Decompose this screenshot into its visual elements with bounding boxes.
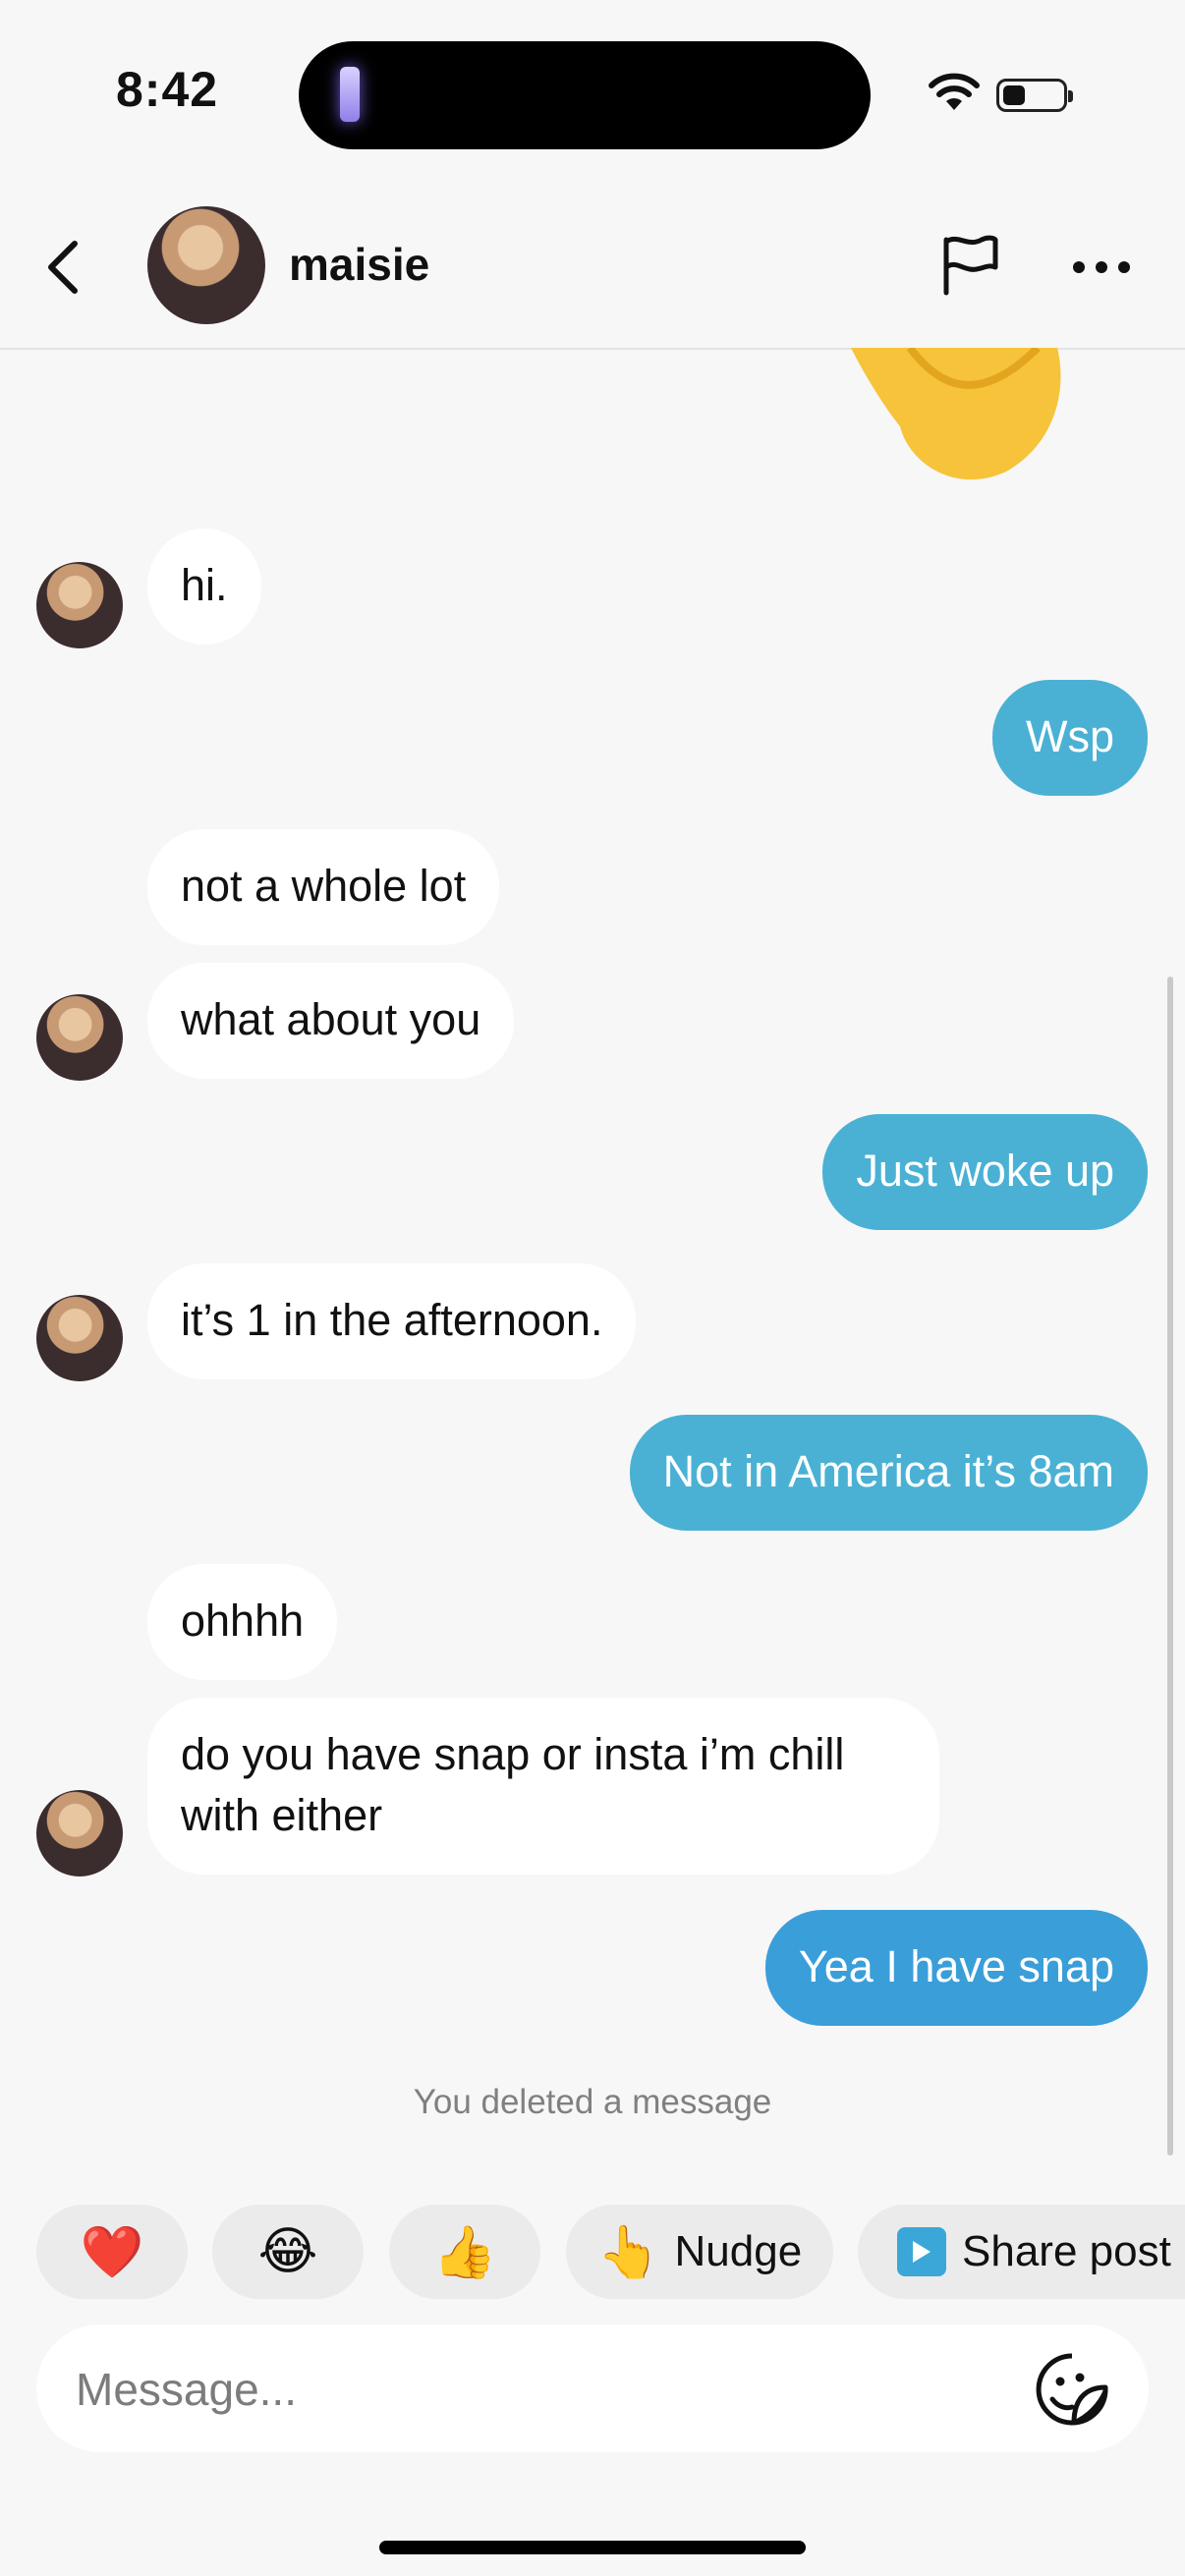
outgoing-message[interactable]: Just woke up [822, 1114, 1148, 1230]
conversation-header: maisie [0, 187, 1185, 350]
flag-icon[interactable] [938, 234, 1001, 297]
sticker-icon[interactable] [1035, 2352, 1109, 2427]
share-post-button[interactable]: Share post [858, 2205, 1185, 2299]
status-time: 8:42 [116, 62, 219, 117]
thumbs-up-reaction-button[interactable]: 👍 [389, 2205, 540, 2299]
wifi-icon [929, 73, 980, 110]
dynamic-island [299, 41, 871, 149]
play-icon [897, 2227, 946, 2276]
home-indicator[interactable] [379, 2541, 806, 2554]
nudge-button[interactable]: 👆 Nudge [566, 2205, 833, 2299]
contact-avatar[interactable] [36, 1790, 123, 1876]
waving-hand-emoji [851, 348, 1061, 480]
outgoing-message[interactable]: Not in America it’s 8am [629, 1415, 1148, 1531]
contact-name[interactable]: maisie [289, 238, 429, 291]
nudge-label: Nudge [674, 2227, 803, 2275]
contact-avatar[interactable] [36, 562, 123, 648]
pointing-hand-icon: 👆 [596, 2223, 661, 2281]
scrollbar[interactable] [1167, 977, 1173, 2156]
laugh-reaction-button[interactable]: 😂 [212, 2205, 364, 2299]
header-avatar[interactable] [147, 206, 265, 324]
incoming-message[interactable]: do you have snap or insta i’m chill with… [147, 1698, 939, 1875]
incoming-message[interactable]: ohhhh [147, 1564, 338, 1680]
more-options-icon[interactable] [1071, 259, 1132, 275]
message-input[interactable] [74, 2354, 1001, 2425]
heart-reaction-button[interactable]: ❤️ [36, 2205, 188, 2299]
deleted-message-notice: You deleted a message [413, 2083, 772, 2121]
share-post-label: Share post [962, 2227, 1171, 2275]
flashlight-icon [340, 67, 360, 122]
back-arrow-icon[interactable] [39, 238, 88, 297]
outgoing-message[interactable]: Yea I have snap [764, 1910, 1148, 2026]
battery-icon [996, 79, 1073, 112]
message-composer [36, 2324, 1149, 2452]
outgoing-message[interactable]: Wsp [992, 680, 1148, 796]
heart-icon: ❤️ [80, 2223, 144, 2281]
incoming-message[interactable]: it’s 1 in the afternoon. [147, 1263, 637, 1379]
thumbs-up-icon: 👍 [432, 2223, 497, 2281]
status-bar: 8:42 [0, 0, 1185, 187]
incoming-message[interactable]: hi. [147, 529, 261, 644]
contact-avatar[interactable] [36, 994, 123, 1081]
incoming-message[interactable]: what about you [147, 963, 515, 1079]
laughing-face-icon: 😂 [257, 2223, 318, 2280]
contact-avatar[interactable] [36, 1295, 123, 1381]
incoming-message[interactable]: not a whole lot [147, 829, 500, 945]
